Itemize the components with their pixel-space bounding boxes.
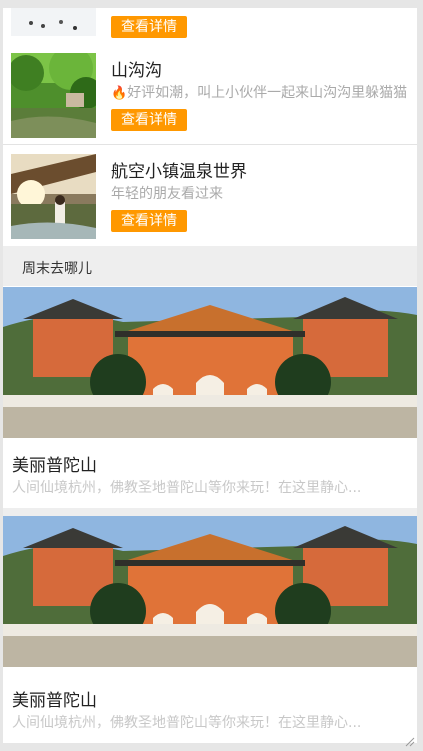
resize-grip-icon[interactable] [403,735,415,747]
view-details-button[interactable]: 查看详情 [111,109,187,131]
card-banner-image [3,516,417,667]
attraction-thumbnail [11,8,96,36]
attraction-description: 🔥好评如潮，叫上小伙伴一起来山沟沟里躲猫猫 [111,85,408,101]
view-details-button[interactable]: 查看详情 [111,210,187,232]
attraction-description: 年轻的朋友看过来 [111,186,223,202]
card-title: 美丽普陀山 [12,456,97,476]
attraction-thumbnail [11,154,96,239]
card-title: 美丽普陀山 [12,691,97,711]
attraction-item[interactable]: 航空小镇温泉世界 年轻的朋友看过来 查看详情 [3,145,417,246]
card-description: 人间仙境杭州，佛教圣地普陀山等你来玩！在这里静心... [12,715,362,731]
app-frame: 查看详情 山沟沟 🔥好评如潮，叫上小伙伴一起来山沟沟里躲猫猫 查看详情 航空小镇… [3,8,417,743]
attraction-title: 山沟沟 [111,61,162,81]
section-title: 周末去哪儿 [22,261,92,277]
weekend-card[interactable]: 美丽普陀山 人间仙境杭州，佛教圣地普陀山等你来玩！在这里静心... [3,516,417,743]
weekend-section-header: 周末去哪儿 [3,246,417,286]
attraction-title: 航空小镇温泉世界 [111,162,247,182]
card-divider [3,508,417,516]
card-description: 人间仙境杭州，佛教圣地普陀山等你来玩！在这里静心... [12,480,362,496]
attraction-item[interactable]: 山沟沟 🔥好评如潮，叫上小伙伴一起来山沟沟里躲猫猫 查看详情 [3,44,417,145]
view-details-button[interactable]: 查看详情 [111,16,187,38]
fire-icon: 🔥 [111,86,128,101]
attraction-thumbnail [11,53,96,138]
card-banner-image [3,287,417,438]
attraction-item[interactable]: 查看详情 [3,8,417,45]
weekend-card[interactable]: 美丽普陀山 人间仙境杭州，佛教圣地普陀山等你来玩！在这里静心... [3,287,417,508]
